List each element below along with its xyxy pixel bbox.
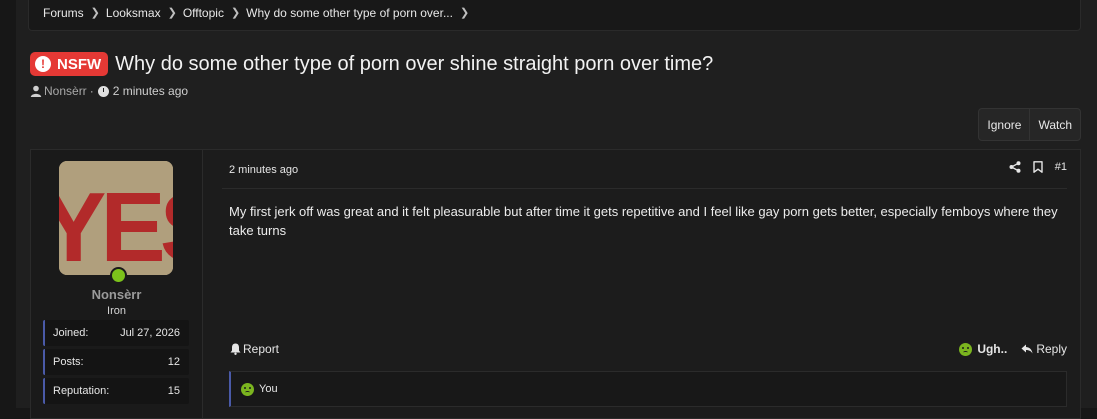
- post-footer-actions: Ugh.. Reply: [959, 342, 1067, 356]
- react-button[interactable]: Ugh..: [959, 342, 1007, 356]
- post-header-actions: #1: [1009, 161, 1067, 173]
- avatar[interactable]: YES: [59, 161, 173, 275]
- stat-value: 15: [167, 385, 180, 397]
- reply-arrow-icon: [1021, 344, 1033, 354]
- bookmark-icon[interactable]: [1033, 161, 1043, 173]
- reaction-label: Ugh..: [977, 342, 1008, 356]
- breadcrumb-forums[interactable]: Forums: [43, 6, 84, 20]
- breadcrumb-offtopic[interactable]: Offtopic: [183, 6, 224, 20]
- thread-start-time[interactable]: 2 minutes ago: [113, 84, 188, 98]
- sick-face-icon: [959, 342, 973, 356]
- report-button[interactable]: Report: [230, 342, 279, 356]
- post-date[interactable]: 2 minutes ago: [229, 164, 298, 176]
- thread-meta: Nonsèrr · 2 minutes ago: [30, 84, 188, 98]
- chevron-right-icon: ❯: [167, 7, 177, 19]
- reply-button[interactable]: Reply: [1021, 342, 1067, 356]
- avatar-image: YES: [59, 161, 173, 275]
- chevron-right-icon: ❯: [230, 7, 241, 19]
- user-icon: [30, 85, 42, 97]
- breadcrumb-current-thread[interactable]: Why do some other type of porn over...: [246, 6, 453, 20]
- prefix-label: NSFW: [57, 55, 102, 73]
- ignore-button[interactable]: Ignore: [979, 109, 1029, 140]
- post-username[interactable]: Nonsèrr: [31, 287, 202, 302]
- page-title: Why do some other type of porn over shin…: [115, 52, 714, 75]
- reactions-list[interactable]: You: [229, 371, 1067, 407]
- stat-label: Reputation:: [53, 385, 110, 397]
- watch-button[interactable]: Watch: [1029, 109, 1080, 140]
- post-message: YES Nonsèrr Iron Joined: Jul 27, 2026 Po…: [30, 149, 1081, 419]
- thread-action-buttons: Ignore Watch: [978, 108, 1081, 141]
- meta-separator: ·: [89, 84, 94, 98]
- post-content: 2 minutes ago #1 My first jerk off was g…: [202, 150, 1080, 418]
- exclamation-icon: !: [35, 56, 51, 72]
- thread-author-link[interactable]: Nonsèrr: [44, 84, 87, 98]
- stat-joined: Joined: Jul 27, 2026: [43, 320, 189, 346]
- breadcrumb-looksmax[interactable]: Looksmax: [106, 6, 161, 20]
- avatar-lettering: YES: [59, 172, 173, 275]
- breadcrumb: Forums ❯ Looksmax ❯ Offtopic ❯ Why do so…: [28, 0, 1081, 31]
- user-title: Iron: [107, 305, 126, 317]
- share-icon[interactable]: [1009, 161, 1021, 173]
- bell-icon: [230, 343, 241, 355]
- nsfw-prefix-badge[interactable]: ! NSFW: [30, 52, 109, 76]
- stat-value: 12: [167, 356, 180, 368]
- stat-reputation: Reputation: 15: [43, 378, 189, 404]
- chevron-right-icon: ❯: [459, 7, 470, 19]
- report-label: Report: [243, 342, 280, 356]
- sick-face-icon: [241, 382, 254, 396]
- stat-posts: Posts: 12: [43, 349, 189, 375]
- reacted-by: You: [259, 383, 278, 395]
- thread-title-row: ! NSFW Why do some other type of porn ov…: [30, 52, 713, 76]
- post-user-info: YES Nonsèrr Iron Joined: Jul 27, 2026 Po…: [31, 150, 203, 418]
- stat-label: Joined:: [53, 327, 89, 339]
- stat-label: Posts:: [53, 356, 84, 368]
- clock-icon: [97, 85, 109, 97]
- thread-page: Forums ❯ Looksmax ❯ Offtopic ❯ Why do so…: [16, 0, 1097, 419]
- post-number[interactable]: #1: [1055, 161, 1067, 173]
- reply-label: Reply: [1036, 342, 1067, 356]
- online-status-indicator: [110, 267, 127, 284]
- post-header-divider: [222, 188, 1067, 189]
- post-body: My first jerk off was great and it felt …: [229, 204, 1058, 238]
- chevron-right-icon: ❯: [90, 7, 100, 19]
- stat-value: Jul 27, 2026: [120, 327, 180, 339]
